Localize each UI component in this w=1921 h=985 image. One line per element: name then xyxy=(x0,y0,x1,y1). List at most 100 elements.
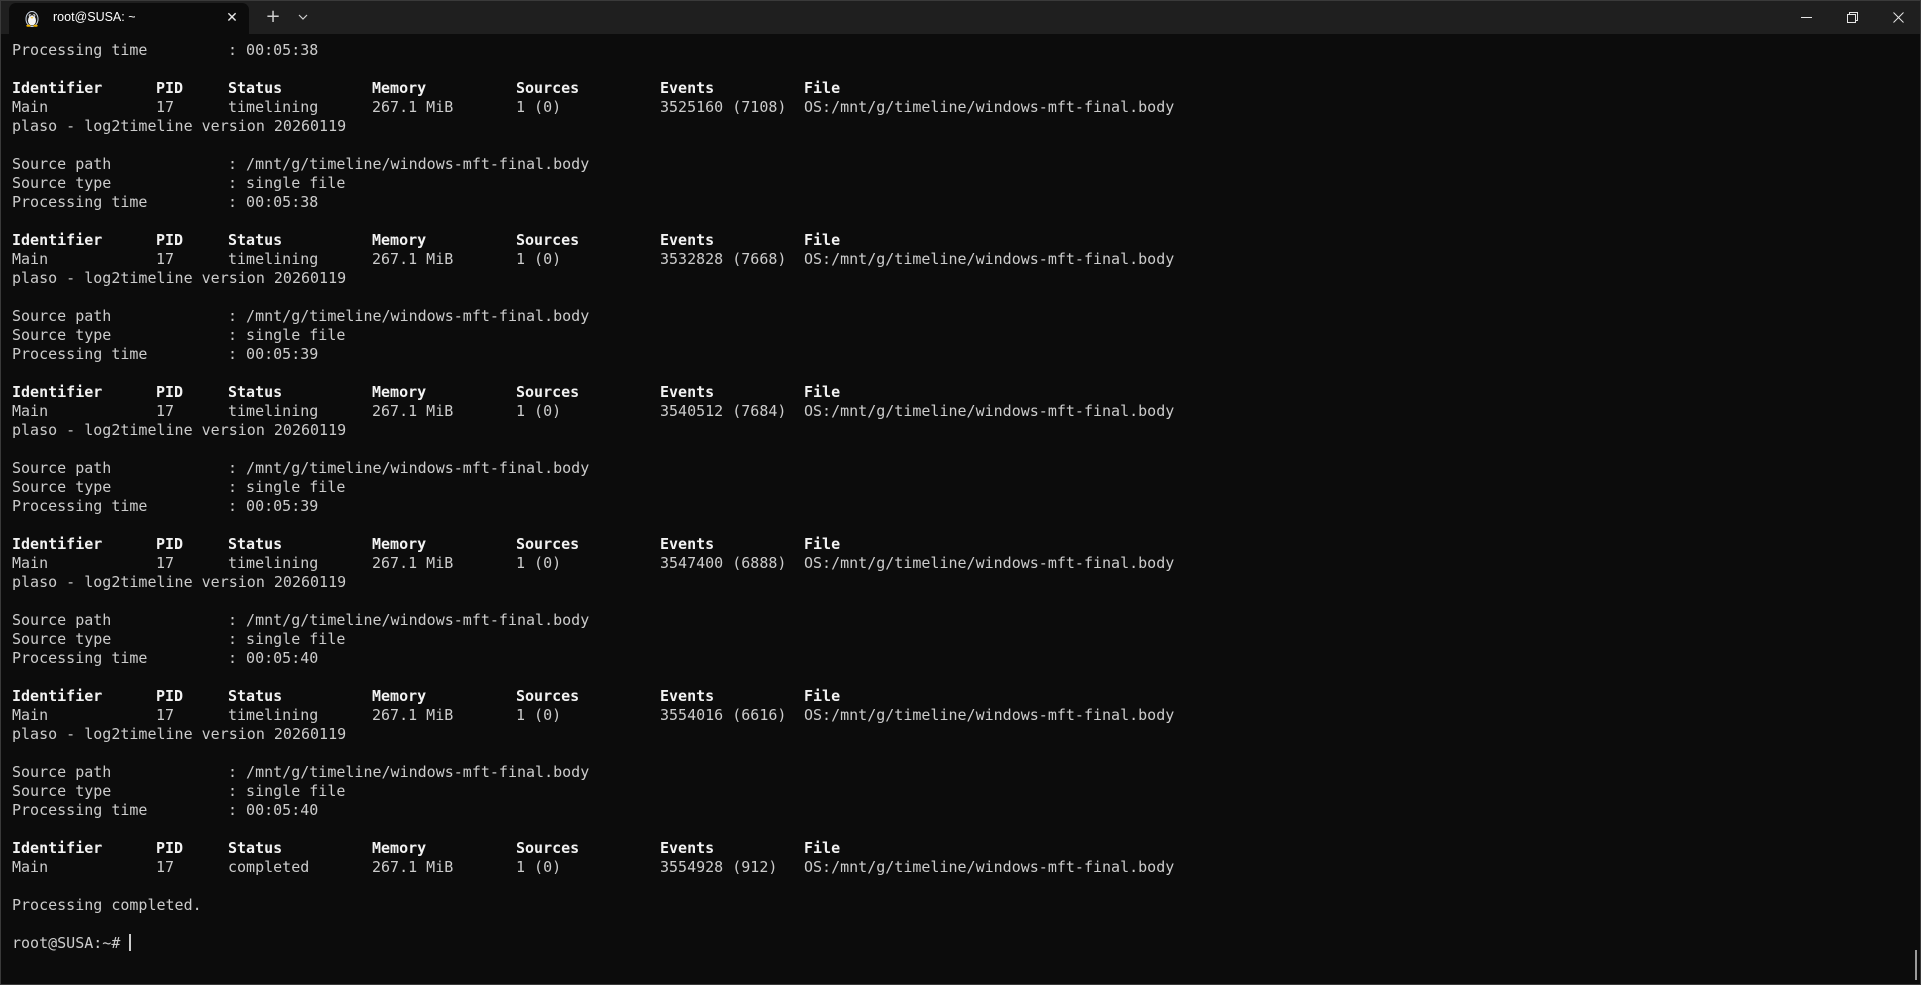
source-type-line-value: : single file xyxy=(228,478,346,496)
header-cell: Events xyxy=(660,687,715,705)
table-cell: 267.1 MiB xyxy=(372,98,454,116)
table-row: Main 17 timelining 267.1 MiB 1 (0) 3532828 (7… xyxy=(12,250,1174,269)
table-header-row: Identifier PID Status Memory Sources Events Fi… xyxy=(12,535,1174,554)
table-cell: 267.1 MiB xyxy=(372,250,454,268)
table-cell: Main xyxy=(12,402,49,420)
table-cell: 267.1 MiB xyxy=(372,402,454,420)
table-cell: 267.1 MiB xyxy=(372,706,454,724)
table-cell: 1 (0) xyxy=(516,250,562,268)
table-row-final: Main 17 completed 267.1 MiB 1 (0) 3554928 (91… xyxy=(12,858,1174,877)
restore-button[interactable] xyxy=(1829,1,1875,33)
processing-time-line: Processing time : 00:05:40 xyxy=(12,801,1174,820)
header-cell: Status xyxy=(228,535,283,553)
header-cell: File xyxy=(804,383,841,401)
table-cell: 267.1 MiB xyxy=(372,858,454,876)
processing-time-line-label: Processing time xyxy=(12,649,148,667)
table-row: Main 17 timelining 267.1 MiB 1 (0) 3554016 (6… xyxy=(12,706,1174,725)
processing-time-line-label: Processing time xyxy=(12,193,148,211)
table-cell: Main xyxy=(12,858,49,876)
terminal-output[interactable]: Processing time: 00:05:38 Identifier PID St… xyxy=(1,34,1920,984)
table-cell: 3525160 (7108) xyxy=(660,98,787,116)
source-type-line-label: Source type xyxy=(12,478,112,496)
version-text: plaso - log2timeline version 20260119 xyxy=(12,725,347,743)
source-type-line-value: : single file xyxy=(228,630,346,648)
header-cell: Sources xyxy=(516,535,580,553)
scrollbar[interactable] xyxy=(1915,950,1917,980)
table-cell: completed xyxy=(228,858,310,876)
header-cell: PID xyxy=(156,79,184,97)
terminal-window: root@SUSA: ~ ✕ + Processing time: 00:05… xyxy=(0,0,1921,985)
header-cell: Identifier xyxy=(12,535,103,553)
header-cell: Events xyxy=(660,383,715,401)
version-line: plaso - log2timeline version 20260119 xyxy=(12,269,1174,288)
source-path-line-label: Source path xyxy=(12,459,112,477)
table-cell: timelining xyxy=(228,554,319,572)
header-cell: Identifier xyxy=(12,79,103,97)
title-bar: root@SUSA: ~ ✕ + xyxy=(1,1,1920,34)
version-line: plaso - log2timeline version 20260119 xyxy=(12,117,1174,136)
header-cell: Status xyxy=(228,383,283,401)
close-tab-icon[interactable]: ✕ xyxy=(222,8,242,28)
version-text: plaso - log2timeline version 20260119 xyxy=(12,269,347,287)
new-tab-button[interactable]: + xyxy=(262,5,284,29)
header-cell: Status xyxy=(228,231,283,249)
table-cell: Main xyxy=(12,98,49,116)
processing-time-line-label: Processing time xyxy=(12,801,148,819)
table-header-row: Identifier PID Status Memory Sources Events Fi… xyxy=(12,79,1174,98)
close-window-button[interactable] xyxy=(1875,1,1920,33)
source-type-line-label: Source type xyxy=(12,174,112,192)
table-cell: 17 xyxy=(156,858,175,876)
version-line: plaso - log2timeline version 20260119 xyxy=(12,421,1174,440)
header-cell: Events xyxy=(660,79,715,97)
source-path-line: Source path: /mnt/g/timeline/windows-mft… xyxy=(12,155,1174,174)
source-type-line-value: : single file xyxy=(228,782,346,800)
source-type-line-label: Source type xyxy=(12,630,112,648)
processing-time-line-value: : 00:05:40 xyxy=(228,801,319,819)
chevron-down-icon[interactable] xyxy=(293,5,313,29)
header-cell: Status xyxy=(228,687,283,705)
table-cell: 17 xyxy=(156,402,175,420)
table-cell: 17 xyxy=(156,98,175,116)
source-path-line: Source path: /mnt/g/timeline/windows-mft… xyxy=(12,459,1174,478)
table-row: Main 17 timelining 267.1 MiB 1 (0) 3547400 (6… xyxy=(12,554,1174,573)
table-cell: 3554016 (6616) xyxy=(660,706,787,724)
header-cell: Sources xyxy=(516,231,580,249)
table-header-row: Identifier PID Status Memory Sources Events Fi… xyxy=(12,687,1174,706)
processing-time-line-label: Processing time xyxy=(12,497,148,515)
header-cell: File xyxy=(804,687,841,705)
table-cell: OS:/mnt/g/timeline/windows-mft-final.bod… xyxy=(804,98,1175,116)
minimize-button[interactable] xyxy=(1783,1,1829,33)
table-cell: 3547400 (6888) xyxy=(660,554,787,572)
table-cell: 3554928 (912) xyxy=(660,858,778,876)
header-cell: Events xyxy=(660,535,715,553)
processing-time-line-value: : 00:05:39 xyxy=(228,345,319,363)
prompt-line: root@SUSA:~# xyxy=(12,934,1174,953)
processing-time-line-label: Processing time xyxy=(12,41,148,59)
table-cell: timelining xyxy=(228,706,319,724)
table-row: Main 17 timelining 267.1 MiB 1 (0) 3525160 (7… xyxy=(12,98,1174,117)
source-type-line: Source type : single file xyxy=(12,630,1174,649)
header-cell: Memory xyxy=(372,839,427,857)
source-type-line: Source type : single file xyxy=(12,174,1174,193)
processing-time-line: Processing time: 00:05:38 xyxy=(12,193,1174,212)
processing-time-line: Processing time: 00:05:39 xyxy=(12,497,1174,516)
completed-message: Processing completed. xyxy=(12,896,202,914)
table-cell: Main xyxy=(12,554,49,572)
source-type-line-value: : single file xyxy=(228,174,346,192)
source-path-line: Source path: /mnt/g/timeline/windows-mft… xyxy=(12,763,1174,782)
header-cell: Memory xyxy=(372,79,427,97)
table-header-row: Identifier PID Status Memory Sources Events Fi… xyxy=(12,231,1174,250)
source-path-line-label: Source path xyxy=(12,611,112,629)
source-path-line: Source path: /mnt/g/timeline/windows-mft… xyxy=(12,307,1174,326)
tab-root-susa[interactable]: root@SUSA: ~ ✕ xyxy=(9,3,249,34)
